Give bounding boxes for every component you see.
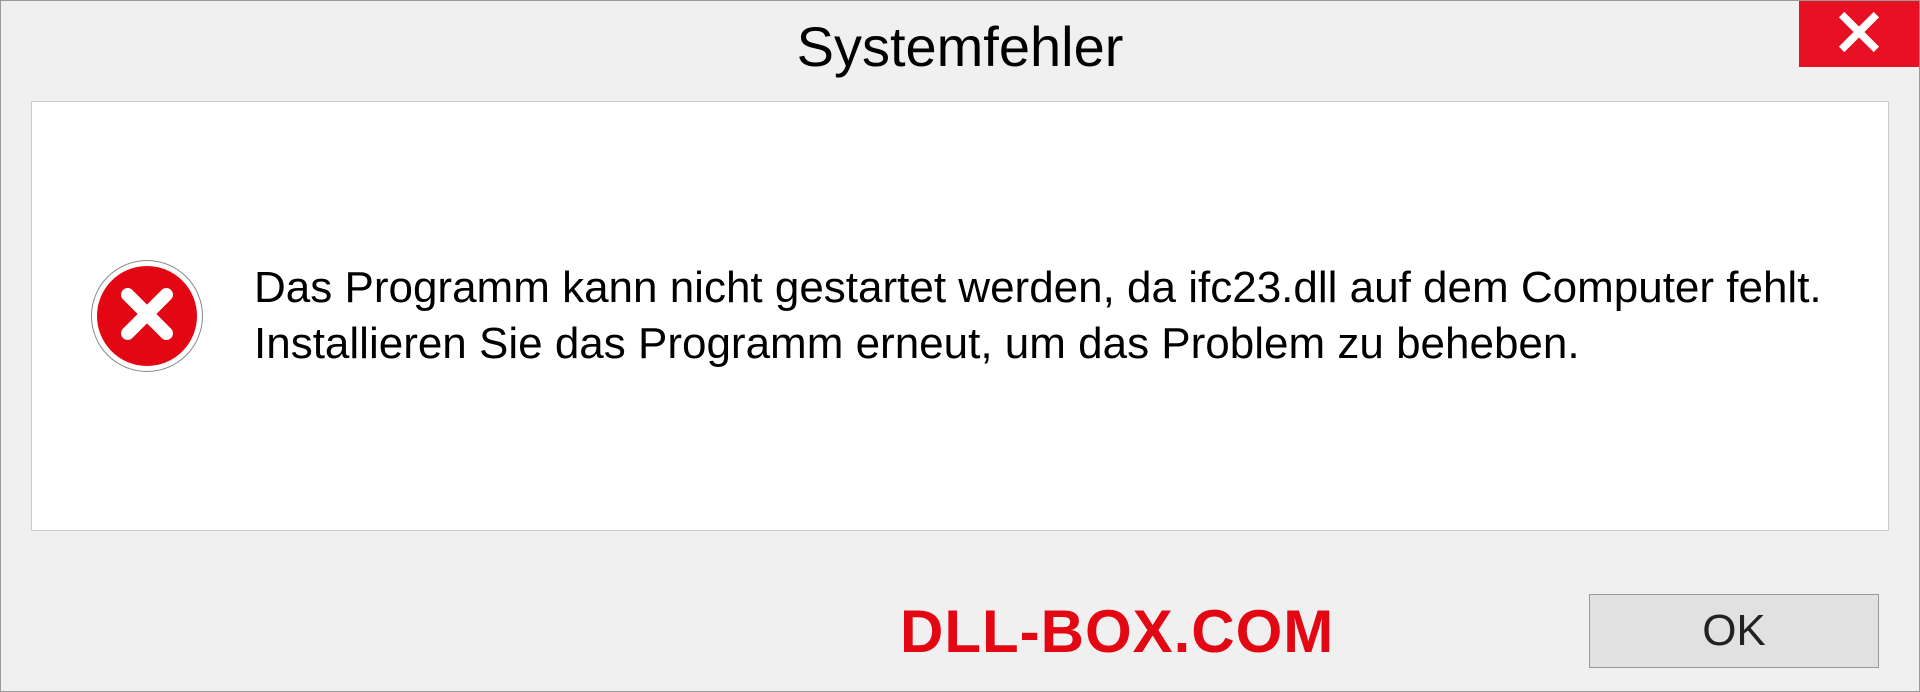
ok-button[interactable]: OK <box>1589 594 1879 668</box>
error-icon <box>92 261 202 371</box>
error-cross-icon <box>118 285 176 348</box>
watermark-text: DLL-BOX.COM <box>900 597 1334 666</box>
error-message: Das Programm kann nicht gestartet werden… <box>254 260 1828 373</box>
dialog-title: Systemfehler <box>797 14 1124 79</box>
content-panel: Das Programm kann nicht gestartet werden… <box>31 101 1889 531</box>
close-button[interactable] <box>1799 1 1919 67</box>
titlebar: Systemfehler <box>1 1 1919 91</box>
close-icon <box>1837 10 1881 59</box>
dialog-footer: DLL-BOX.COM OK <box>1 571 1919 691</box>
